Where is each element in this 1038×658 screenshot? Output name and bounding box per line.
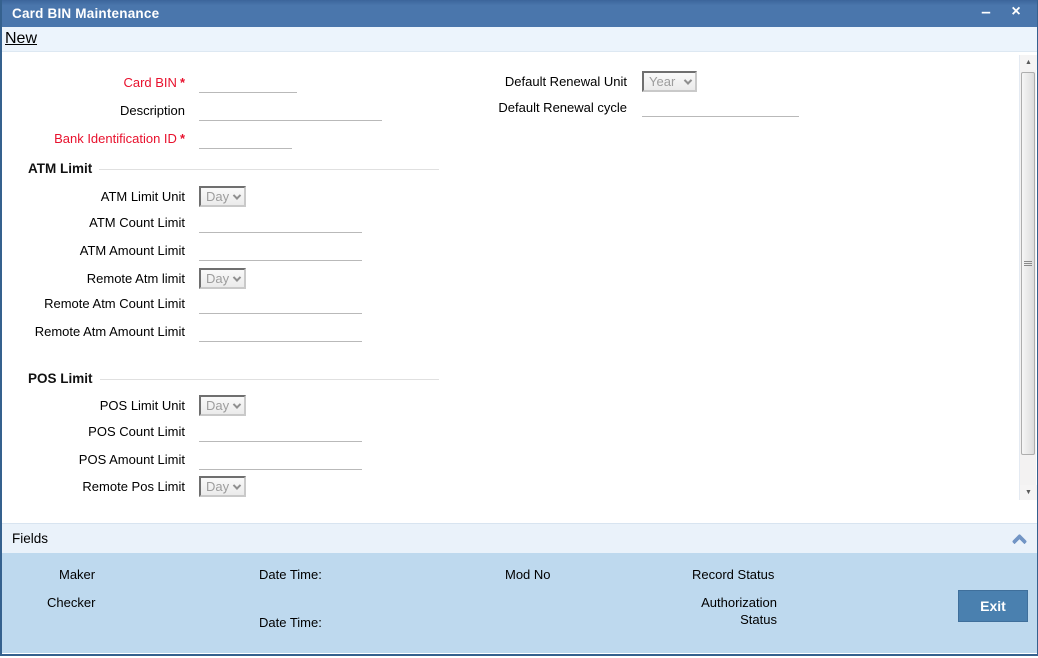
scroll-up-button[interactable]: ▲ bbox=[1020, 55, 1037, 70]
pos-limit-section-header: POS Limit bbox=[28, 371, 439, 386]
minimize-button[interactable]: – bbox=[973, 0, 999, 26]
action-bar: New bbox=[2, 27, 1037, 52]
atm-amount-limit-label: ATM Amount Limit bbox=[79, 243, 185, 258]
chevron-down-icon bbox=[683, 75, 693, 85]
bank-identification-id-input[interactable] bbox=[199, 131, 292, 149]
fields-bar[interactable]: Fields bbox=[2, 523, 1037, 553]
scrollbar-thumb[interactable] bbox=[1021, 72, 1035, 455]
pos-amount-limit-label: POS Amount Limit bbox=[78, 452, 185, 467]
default-renewal-cycle-label: Default Renewal cycle bbox=[498, 100, 627, 115]
pos-limit-unit-select[interactable]: Day bbox=[199, 395, 246, 416]
pos-amount-limit-input[interactable] bbox=[199, 452, 362, 470]
chevron-down-icon bbox=[232, 272, 242, 282]
pos-limit-unit-label: POS Limit Unit bbox=[99, 398, 185, 413]
arrow-down-icon: ▼ bbox=[1025, 489, 1032, 496]
required-asterisk: * bbox=[179, 75, 185, 90]
default-renewal-unit-select[interactable]: Year bbox=[642, 71, 697, 92]
default-renewal-unit-label: Default Renewal Unit bbox=[504, 74, 627, 89]
card-bin-maintenance-window: Card BIN Maintenance – × New Card BIN * D… bbox=[0, 0, 1038, 656]
atm-limit-section-header: ATM Limit bbox=[28, 161, 439, 176]
mod-no-label: Mod No bbox=[505, 567, 551, 582]
description-input[interactable] bbox=[199, 103, 382, 121]
close-button[interactable]: × bbox=[1003, 0, 1029, 26]
vertical-scrollbar[interactable]: ▲ ▼ bbox=[1019, 55, 1037, 500]
default-renewal-cycle-input[interactable] bbox=[642, 99, 799, 117]
fields-tab-label[interactable]: Fields bbox=[12, 531, 48, 546]
atm-count-limit-label: ATM Count Limit bbox=[89, 215, 185, 230]
remote-pos-limit-select[interactable]: Day bbox=[199, 476, 246, 497]
exit-button[interactable]: Exit bbox=[958, 590, 1028, 622]
card-bin-label: Card BIN * bbox=[123, 75, 185, 90]
remote-pos-limit-label: Remote Pos Limit bbox=[82, 479, 185, 494]
minimize-icon: – bbox=[981, 2, 991, 21]
description-label: Description bbox=[119, 103, 185, 118]
atm-limit-section-title: ATM Limit bbox=[28, 161, 93, 176]
maker-label: Maker bbox=[59, 567, 96, 582]
pos-count-limit-label: POS Count Limit bbox=[88, 424, 185, 439]
card-bin-input[interactable] bbox=[199, 75, 297, 93]
audit-footer: Maker Date Time: Mod No Record Status Ch… bbox=[2, 553, 1037, 653]
close-icon: × bbox=[1011, 3, 1021, 20]
chevron-down-icon bbox=[232, 399, 242, 409]
remote-atm-amount-limit-input[interactable] bbox=[199, 324, 362, 342]
chevron-down-icon bbox=[232, 480, 242, 490]
section-divider bbox=[99, 379, 439, 380]
window-title: Card BIN Maintenance bbox=[12, 6, 160, 21]
new-link[interactable]: New bbox=[5, 30, 37, 48]
bank-identification-id-label: Bank Identification ID * bbox=[54, 131, 185, 146]
chevron-up-icon[interactable] bbox=[1011, 533, 1028, 550]
checker-label: Checker bbox=[47, 595, 96, 610]
scroll-down-button[interactable]: ▼ bbox=[1020, 485, 1037, 500]
chevron-down-icon bbox=[232, 190, 242, 200]
required-asterisk: * bbox=[179, 131, 185, 146]
authorization-status-label: Authorization Status bbox=[701, 595, 777, 627]
remote-atm-count-limit-input[interactable] bbox=[199, 296, 362, 314]
arrow-up-icon: ▲ bbox=[1025, 59, 1032, 66]
remote-atm-limit-label: Remote Atm limit bbox=[86, 271, 185, 286]
record-status-label: Record Status bbox=[692, 567, 775, 582]
atm-count-limit-input[interactable] bbox=[199, 215, 362, 233]
scrollbar-grip-icon bbox=[1024, 260, 1032, 267]
date-time-label: Date Time: bbox=[259, 567, 322, 582]
pos-count-limit-input[interactable] bbox=[199, 424, 362, 442]
section-divider bbox=[99, 169, 439, 170]
title-bar: Card BIN Maintenance – × bbox=[2, 0, 1037, 27]
date-time-label: Date Time: bbox=[259, 615, 322, 630]
remote-atm-limit-select[interactable]: Day bbox=[199, 268, 246, 289]
atm-amount-limit-input[interactable] bbox=[199, 243, 362, 261]
remote-atm-amount-limit-label: Remote Atm Amount Limit bbox=[34, 324, 185, 339]
form-content-area: Card BIN * Description Bank Identificatio… bbox=[2, 52, 1037, 523]
remote-atm-count-limit-label: Remote Atm Count Limit bbox=[44, 296, 185, 311]
atm-limit-unit-label: ATM Limit Unit bbox=[100, 189, 185, 204]
pos-limit-section-title: POS Limit bbox=[28, 371, 93, 386]
atm-limit-unit-select[interactable]: Day bbox=[199, 186, 246, 207]
